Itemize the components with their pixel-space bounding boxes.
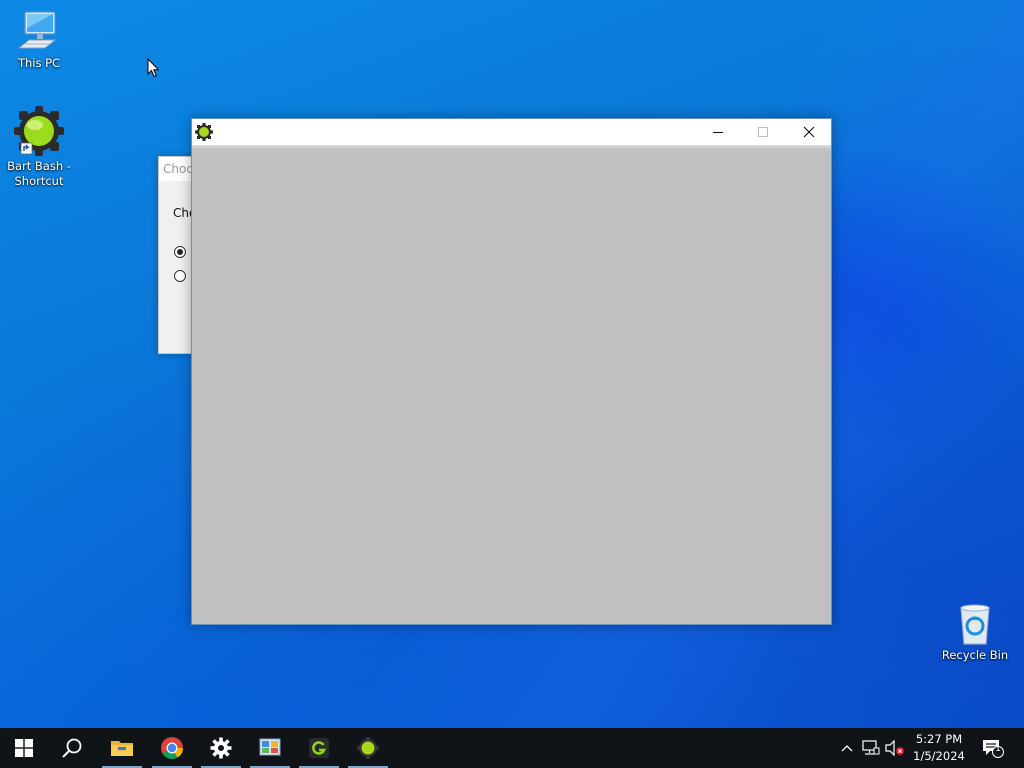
taskbar-settings[interactable]	[197, 728, 245, 768]
window-client-area[interactable]	[192, 145, 831, 624]
close-icon	[803, 126, 815, 138]
folder-icon	[111, 741, 133, 756]
bart-bash-window[interactable]	[191, 118, 832, 625]
minimize-icon	[713, 132, 723, 133]
radio-option-1[interactable]	[174, 246, 186, 258]
taskbar-chrome[interactable]	[148, 728, 196, 768]
desktop-icon-label: Recycle Bin	[941, 648, 1009, 662]
desktop-icon-this-pc[interactable]: This PC	[0, 10, 78, 71]
desktop-icon-label: This PC	[17, 56, 61, 70]
bart-bash-icon	[14, 106, 64, 156]
clock-date: 1/5/2024	[913, 749, 965, 763]
chevron-up-icon	[841, 745, 853, 752]
desktop-icon-label: Bart Bash - Shortcut	[7, 159, 71, 188]
taskbar-file-explorer[interactable]	[98, 728, 146, 768]
taskbar-control-panel[interactable]	[246, 728, 294, 768]
action-center-button[interactable]: 1	[980, 738, 1006, 758]
show-hidden-icons-button[interactable]	[838, 738, 856, 758]
chrome-icon	[161, 737, 183, 759]
taskbar-greenshot[interactable]	[295, 728, 343, 768]
clock-time: 5:27 PM	[915, 732, 963, 746]
desktop-icon-recycle-bin[interactable]: Recycle Bin	[936, 602, 1014, 663]
volume-button[interactable]	[885, 738, 905, 758]
clock[interactable]: 5:27 PM 1/5/2024	[906, 731, 972, 765]
recycle-bin-icon	[960, 604, 990, 645]
window-titlebar[interactable]	[192, 119, 831, 145]
network-icon	[862, 740, 880, 755]
maximize-button[interactable]	[740, 119, 786, 145]
greenshot-icon	[309, 738, 329, 758]
notification-count: 1	[995, 744, 1001, 754]
search-icon	[62, 738, 82, 758]
desktop: This PC Bart Bash - Shortcut Recycle Bin…	[0, 0, 1024, 728]
close-button[interactable]	[786, 119, 832, 145]
maximize-icon	[758, 127, 768, 137]
start-button[interactable]	[0, 728, 48, 768]
control-panel-icon	[259, 738, 281, 756]
bart-bash-icon	[357, 737, 379, 759]
volume-muted-icon	[885, 740, 904, 756]
search-button[interactable]	[48, 728, 96, 768]
titlebar-shadow	[192, 145, 831, 150]
taskbar: 5:27 PM 1/5/2024 1	[0, 728, 1024, 768]
radio-option-2[interactable]	[174, 270, 186, 282]
network-button[interactable]	[861, 738, 881, 758]
bart-bash-gear-icon[interactable]	[195, 123, 213, 145]
gear-icon	[210, 737, 232, 759]
desktop-icon-bart-bash-shortcut[interactable]: Bart Bash - Shortcut	[0, 105, 78, 189]
computer-icon	[17, 11, 57, 49]
windows-logo-icon	[15, 739, 33, 757]
minimize-button[interactable]	[695, 119, 741, 145]
taskbar-bart-bash[interactable]	[344, 728, 392, 768]
mouse-cursor-icon	[147, 58, 160, 78]
